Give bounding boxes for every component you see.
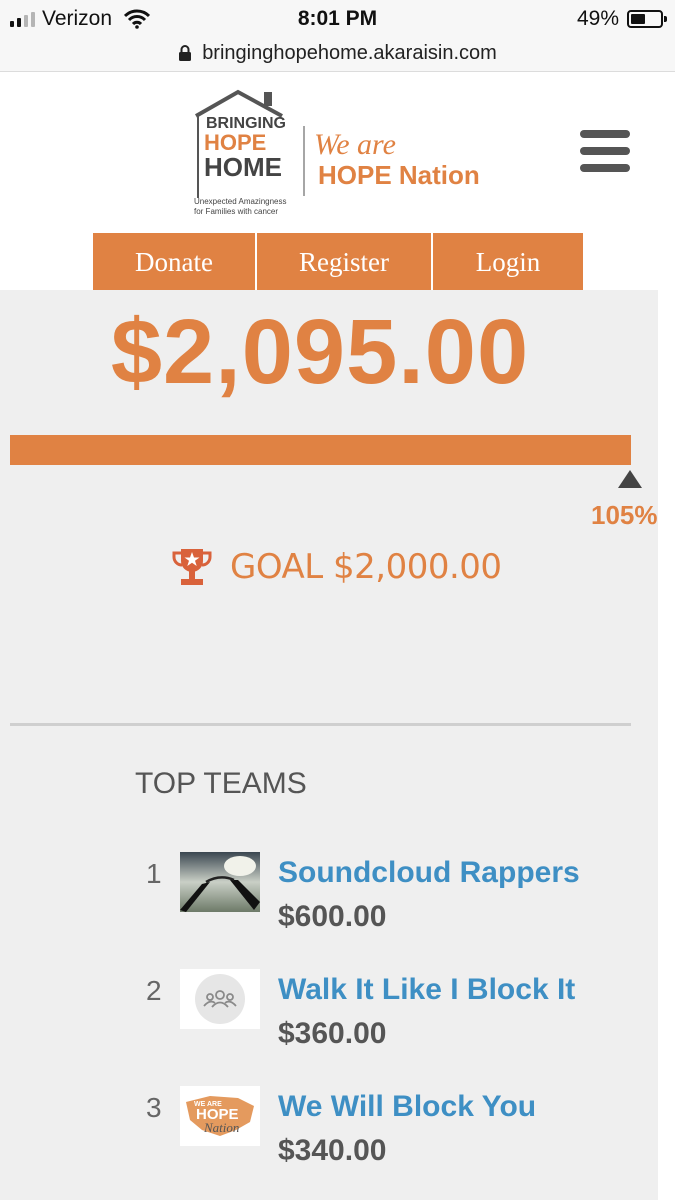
team-rank: 1 (146, 858, 162, 889)
login-button[interactable]: Login (433, 233, 583, 291)
progress-percent: 105% (591, 500, 658, 530)
bringing-hope-home-logo[interactable]: BRINGING HOPE HOME Unexpected Amazingnes… (192, 86, 492, 220)
battery-icon (627, 10, 667, 28)
team-rank: 2 (146, 975, 162, 1006)
svg-text:for Families with cancer: for Families with cancer (194, 207, 278, 216)
team-name-link[interactable]: We Will Block You (278, 1090, 536, 1124)
progress-bar-fill (10, 435, 631, 465)
team-row: 1 Soundcloud Rappers $600.00 (140, 852, 660, 962)
team-amount: $340.00 (278, 1134, 387, 1167)
svg-text:We are: We are (314, 128, 396, 161)
progress-bar (10, 435, 631, 465)
lock-icon (179, 45, 192, 61)
team-amount: $600.00 (278, 900, 387, 933)
team-row: 2 Walk It Like I Block It $360.00 (140, 969, 660, 1079)
svg-text:Unexpected Amazingness: Unexpected Amazingness (194, 197, 287, 206)
register-button[interactable]: Register (257, 233, 431, 291)
goal-amount: GOAL $2,000.00 (230, 547, 502, 587)
address-bar[interactable]: bringinghopehome.akaraisin.com (0, 36, 675, 72)
top-teams-heading: TOP TEAMS (135, 767, 307, 800)
url-text: bringinghopehome.akaraisin.com (202, 42, 497, 64)
team-thumbnail[interactable] (180, 969, 260, 1029)
team-thumbnail[interactable]: WE ARE HOPE Nation (180, 1086, 260, 1146)
hamburger-menu-icon[interactable] (580, 130, 632, 174)
team-rank: 3 (146, 1092, 162, 1123)
battery-group: 49% (576, 7, 667, 31)
donate-button[interactable]: Donate (93, 233, 255, 291)
svg-text:HOME: HOME (204, 152, 282, 182)
fundraising-panel: $2,095.00 105% GOAL $2,000.00 TOP TEAMS … (0, 290, 658, 1200)
section-divider (10, 723, 631, 726)
svg-text:Nation: Nation (203, 1120, 239, 1135)
progress-marker-icon (618, 470, 642, 488)
team-row: 3 WE ARE HOPE Nation We Will Block You $… (140, 1086, 660, 1196)
status-bar: Verizon 8:01 PM 49% (0, 0, 675, 36)
trophy-icon (172, 549, 212, 585)
team-amount: $360.00 (278, 1017, 387, 1050)
svg-text:HOPE Nation: HOPE Nation (318, 160, 480, 190)
team-name-link[interactable]: Soundcloud Rappers (278, 856, 580, 890)
clock: 8:01 PM (297, 7, 378, 30)
amount-raised: $2,095.00 (110, 301, 530, 403)
top-nav: Donate Register Login (93, 233, 583, 291)
site-header: BRINGING HOPE HOME Unexpected Amazingnes… (0, 72, 675, 232)
team-thumbnail[interactable] (180, 852, 260, 912)
battery-percent: 49% (576, 7, 619, 30)
goal-row: GOAL $2,000.00 (170, 545, 502, 589)
team-name-link[interactable]: Walk It Like I Block It (278, 973, 575, 1007)
